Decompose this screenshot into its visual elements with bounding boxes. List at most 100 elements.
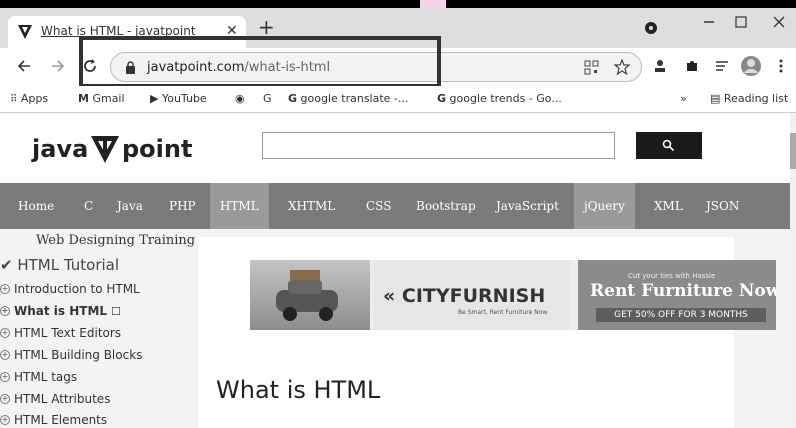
car-illustration-icon	[276, 270, 338, 321]
site-search-button[interactable]	[636, 132, 702, 159]
youtube-icon: ▶	[150, 92, 159, 105]
page-scrollbar[interactable]	[790, 113, 796, 428]
checkmark-icon: ✔	[0, 256, 13, 274]
avatar[interactable]	[740, 55, 762, 77]
nav-item-json[interactable]: JSON	[706, 183, 739, 229]
expand-icon: +	[0, 328, 10, 338]
expand-icon: +	[0, 372, 10, 382]
back-icon[interactable]	[16, 58, 32, 74]
new-tab-button[interactable]: +	[258, 17, 275, 37]
bookmark-label: Apps	[20, 92, 49, 105]
reading-list-label: Reading list	[723, 92, 789, 105]
bookmarks-bar: ⠿ Apps M Gmail ▶ YouTube ◉ G G google tr…	[0, 86, 796, 113]
sidebar-item-what-is-html[interactable]: + What is HTML ☐	[0, 304, 121, 318]
bookmark-star-icon[interactable]	[614, 59, 630, 75]
expand-icon: +	[0, 415, 10, 425]
nav-item-javascript[interactable]: JavaScript	[496, 183, 559, 229]
sidebar-item-text-editors[interactable]: + HTML Text Editors	[0, 326, 121, 340]
nav-item-xml[interactable]: XML	[654, 183, 683, 229]
maximize-icon[interactable]	[734, 15, 748, 29]
expand-icon: +	[0, 284, 10, 294]
menu-dots-icon[interactable]	[778, 58, 784, 74]
sidebar-item-attributes[interactable]: + HTML Attributes	[0, 392, 110, 406]
sidebar-item-label: HTML Elements	[14, 413, 108, 427]
search-icon	[662, 139, 675, 152]
reading-list-icon: ▤	[710, 92, 721, 105]
bookmark-google-translate[interactable]: G google translate -...	[288, 92, 408, 105]
profile-dot-icon[interactable]	[644, 21, 658, 35]
ad-car-image	[250, 260, 370, 330]
sidebar-item-label: HTML Attributes	[14, 392, 111, 406]
ad-banner[interactable]: « CITYFURNISH Be Smart, Rent Furniture N…	[250, 260, 776, 330]
bookmark-label: YouTube	[161, 92, 207, 105]
ad-tagline: Be Smart, Rent Furniture Now	[458, 309, 548, 316]
site-search-input[interactable]	[262, 132, 615, 159]
nav-item-java[interactable]: Java	[117, 183, 143, 229]
sidebar-heading[interactable]: Web Designing Training	[36, 233, 195, 248]
sidebar-item-elements[interactable]: + HTML Elements	[0, 413, 107, 427]
expand-icon: +	[0, 306, 10, 316]
nav-item-jquery[interactable]: jQuery	[574, 183, 635, 229]
nav-item-bootstrap[interactable]: Bootstrap	[416, 183, 476, 229]
nav-item-html[interactable]: HTML	[210, 183, 269, 229]
gmail-icon: M	[78, 92, 89, 105]
sidebar-item-label: HTML tags	[14, 370, 78, 384]
ad-offer-button[interactable]: GET 50% OFF FOR 3 MONTHS	[596, 308, 766, 322]
bookmark-label: G	[263, 92, 272, 105]
extensions-puzzle-icon[interactable]	[684, 58, 700, 74]
sidebar-item-label: HTML Text Editors	[14, 326, 122, 340]
bookmarks-overflow-button[interactable]: »	[680, 92, 687, 105]
extension-person-icon[interactable]	[652, 58, 668, 74]
sidebar-item-label: Introduction to HTML	[14, 282, 140, 296]
sidebar-item-building-blocks[interactable]: + HTML Building Blocks	[0, 348, 142, 362]
reading-list-button[interactable]: ▤ Reading list	[710, 92, 788, 105]
bookmark-google-trends[interactable]: G google trends - Go...	[437, 92, 562, 105]
expand-icon: +	[0, 350, 10, 360]
sidebar-item-label: What is HTML	[14, 304, 108, 318]
site-logo-icon: ◉	[235, 92, 245, 105]
apps-grid-icon: ⠿	[10, 94, 18, 105]
main-content: « CITYFURNISH Be Smart, Rent Furniture N…	[198, 237, 776, 428]
javatpoint-logo-icon	[91, 136, 119, 163]
close-window-icon[interactable]	[772, 15, 786, 29]
main-nav: Home C Java PHP HTML XHTML CSS Bootstrap…	[0, 183, 790, 229]
minimize-icon[interactable]	[702, 15, 716, 29]
sidebar-item-tags[interactable]: + HTML tags	[0, 370, 77, 384]
bookmark-youtube[interactable]: ▶ YouTube	[150, 92, 207, 105]
bookmark-site[interactable]: ◉	[235, 92, 245, 105]
ad-small-text: Cut your ties with Hassle	[628, 272, 716, 280]
google-icon: G	[437, 92, 447, 105]
bookmark-apps[interactable]: ⠿ Apps	[10, 92, 48, 105]
cityfurnish-logo-icon: «	[383, 285, 396, 307]
annotation-highlight-box	[79, 36, 441, 88]
window-accent	[420, 0, 446, 8]
bookmark-label: google translate -...	[300, 92, 409, 105]
bookmark-google[interactable]: G	[263, 92, 272, 105]
forward-icon[interactable]	[50, 58, 66, 74]
ad-brand-label: CITYFURNISH	[401, 285, 546, 307]
bookmark-gmail[interactable]: M Gmail	[78, 92, 125, 105]
nav-item-php[interactable]: PHP	[169, 183, 196, 229]
nav-item-css[interactable]: CSS	[366, 183, 391, 229]
sidebar: Web Designing Training ✔ HTML Tutorial +…	[0, 229, 196, 428]
sidebar-item-introduction[interactable]: + Introduction to HTML	[0, 282, 140, 296]
window-top-edge	[0, 0, 796, 8]
sidebar-item-label: HTML Building Blocks	[14, 348, 143, 362]
logo-text-right: point	[122, 135, 193, 163]
bookmark-label: Gmail	[92, 92, 125, 105]
sidebar-title-label: HTML Tutorial	[17, 256, 120, 274]
google-icon: G	[288, 92, 298, 105]
reading-mode-icon[interactable]	[714, 58, 730, 74]
scrollbar-thumb[interactable]	[790, 133, 796, 169]
nav-item-home[interactable]: Home	[18, 183, 54, 229]
javatpoint-favicon-icon	[18, 25, 32, 39]
qr-code-icon[interactable]	[584, 60, 599, 75]
bookmark-label: google trends - Go...	[449, 92, 562, 105]
ad-headline: Rent Furniture Now	[590, 281, 776, 301]
page-title: What is HTML	[216, 376, 381, 404]
sidebar-title[interactable]: ✔ HTML Tutorial	[0, 256, 119, 274]
nav-item-c[interactable]: C	[84, 183, 93, 229]
external-link-icon: ☐	[111, 304, 121, 318]
expand-icon: +	[0, 394, 10, 404]
nav-item-xhtml[interactable]: XHTML	[288, 183, 335, 229]
